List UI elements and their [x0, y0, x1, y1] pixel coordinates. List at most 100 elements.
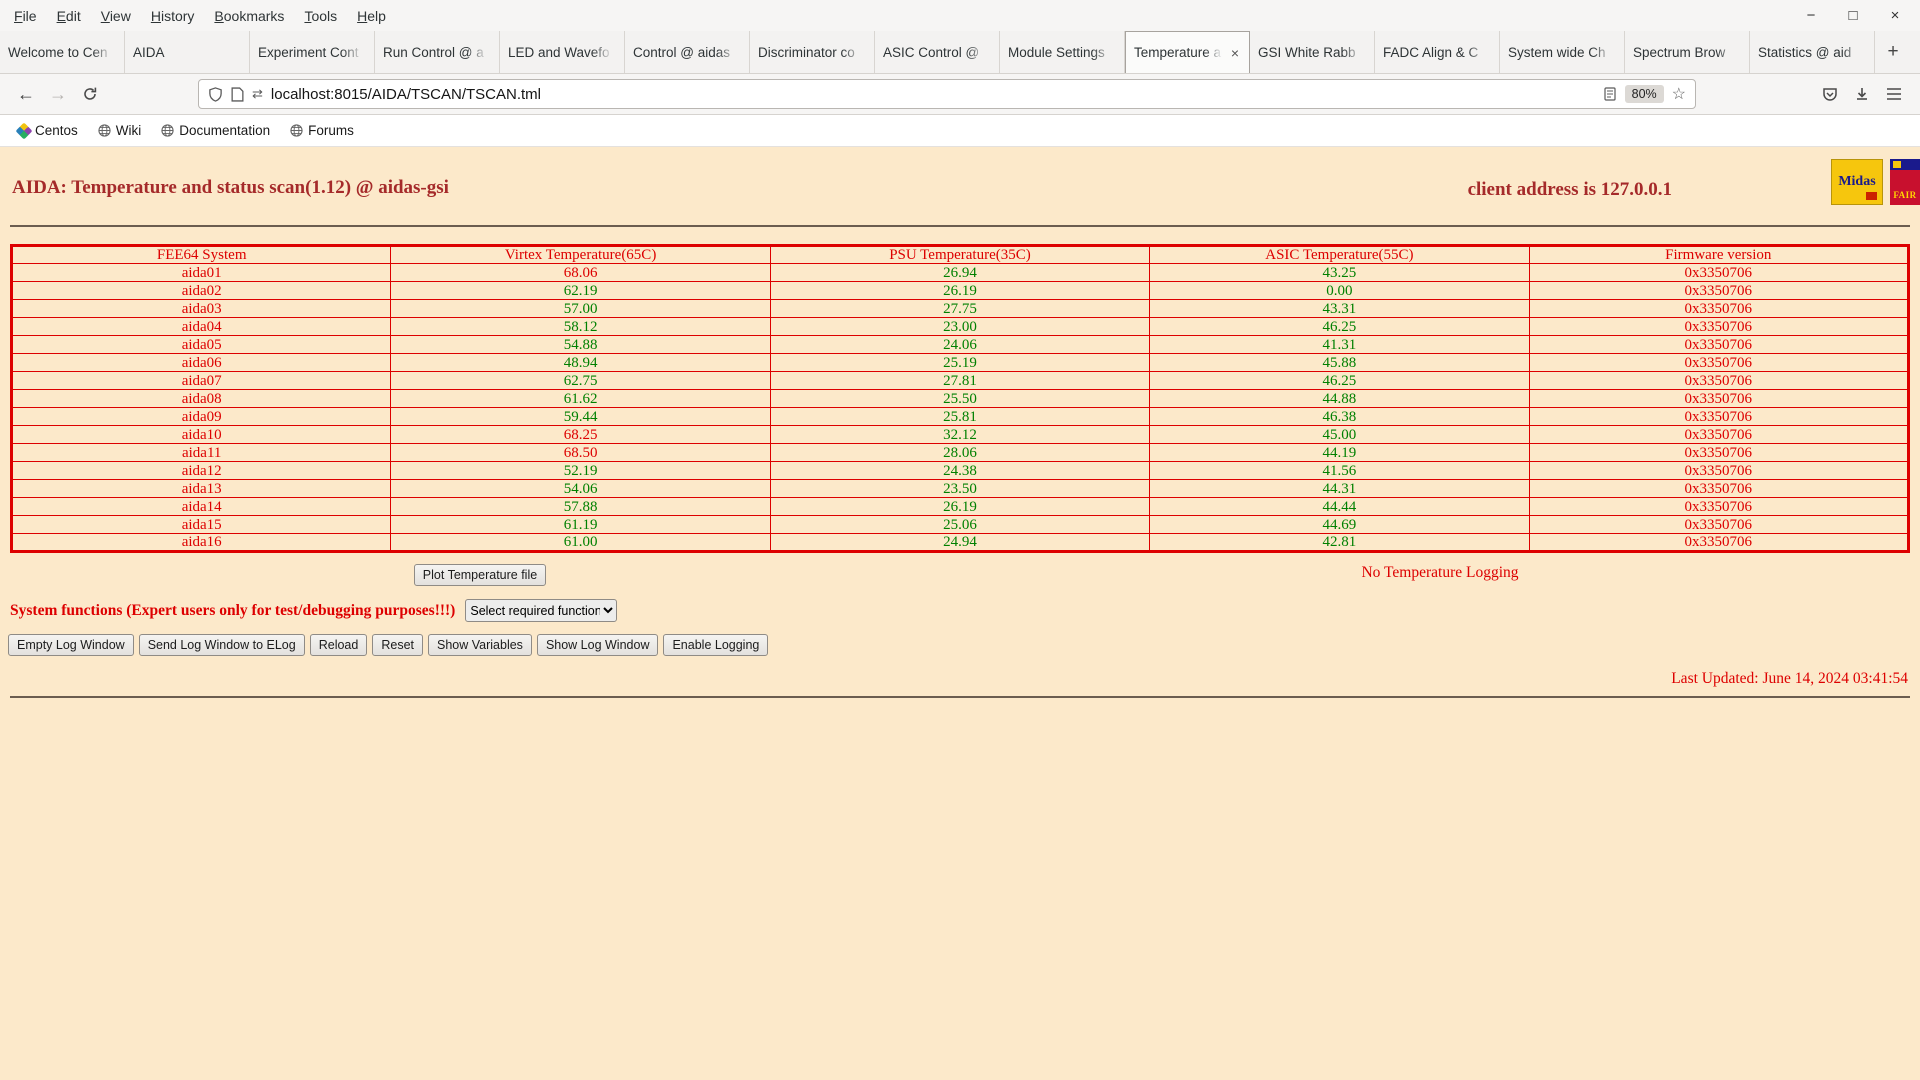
- pocket-icon[interactable]: [1814, 79, 1846, 109]
- download-icon[interactable]: [1846, 79, 1878, 109]
- firmware-version-cell: 0x3350706: [1528, 335, 1910, 354]
- asic-temp-cell: 42.81: [1149, 533, 1530, 552]
- page-content: AIDA: Temperature and status scan(1.12) …: [0, 147, 1920, 1080]
- menu-bookmarks[interactable]: Bookmarks: [204, 4, 294, 28]
- back-icon[interactable]: ←: [10, 79, 42, 109]
- table-row: aida15 61.19 25.06 44.69 0x3350706: [10, 515, 1910, 534]
- asic-temp-cell: 43.31: [1149, 299, 1530, 318]
- plot-temperature-file-button[interactable]: Plot Temperature file: [413, 564, 547, 586]
- tab-system-wide-ch[interactable]: System wide Ch: [1500, 31, 1625, 73]
- table-row: aida14 57.88 26.19 44.44 0x3350706: [10, 497, 1910, 516]
- permissions-icon[interactable]: ⇄: [252, 86, 263, 102]
- tab-welcome-to-cen[interactable]: Welcome to Cen: [0, 31, 125, 73]
- divider-top: [10, 225, 1910, 227]
- virtex-temp-cell: 61.62: [390, 389, 771, 408]
- tab-temperature-an[interactable]: Temperature an ×: [1125, 31, 1250, 73]
- bookmark-forums[interactable]: Forums: [282, 120, 362, 141]
- maximize-button[interactable]: □: [1844, 7, 1862, 24]
- reload-icon[interactable]: [74, 79, 106, 109]
- tab-experiment-cont[interactable]: Experiment Cont: [250, 31, 375, 73]
- tab-run-control-a[interactable]: Run Control @ a: [375, 31, 500, 73]
- asic-temp-cell: 45.00: [1149, 425, 1530, 444]
- send-log-window-to-elog-button[interactable]: Send Log Window to ELog: [138, 634, 305, 656]
- asic-temp-cell: 46.25: [1149, 317, 1530, 336]
- fee64-system-cell: aida01: [10, 263, 392, 282]
- tab-gsi-white-rabb[interactable]: GSI White Rabb: [1250, 31, 1375, 73]
- tab-module-settings[interactable]: Module Settings: [1000, 31, 1125, 73]
- tab-label: Control @ aidas: [633, 44, 730, 60]
- forward-icon[interactable]: →: [42, 79, 74, 109]
- psu-temp-cell: 25.06: [769, 515, 1151, 534]
- firmware-version-cell: 0x3350706: [1528, 443, 1910, 462]
- menu-view[interactable]: View: [91, 4, 141, 28]
- minimize-button[interactable]: −: [1802, 7, 1820, 24]
- tab-spectrum-brow[interactable]: Spectrum Brow: [1625, 31, 1750, 73]
- tab-led-and-wavefo[interactable]: LED and Wavefo: [500, 31, 625, 73]
- menu-file[interactable]: File: [4, 4, 47, 28]
- bookmark-star-icon[interactable]: ☆: [1672, 84, 1686, 104]
- hamburger-menu-icon[interactable]: [1878, 79, 1910, 109]
- menu-items: File Edit View History Bookmarks Tools Help: [4, 4, 396, 28]
- tab-discriminator-co[interactable]: Discriminator co: [750, 31, 875, 73]
- menu-help[interactable]: Help: [347, 4, 396, 28]
- function-select[interactable]: Select required function: [465, 599, 618, 622]
- fee64-system-cell: aida02: [10, 281, 392, 300]
- tab-label: FADC Align & C: [1383, 44, 1479, 60]
- column-header-fee64-system: FEE64 System: [10, 245, 392, 264]
- empty-log-window-button[interactable]: Empty Log Window: [8, 634, 134, 656]
- show-variables-button[interactable]: Show Variables: [428, 634, 532, 656]
- table-row: aida03 57.00 27.75 43.31 0x3350706: [10, 299, 1910, 318]
- menu-edit[interactable]: Edit: [47, 4, 91, 28]
- enable-logging-button[interactable]: Enable Logging: [663, 634, 769, 656]
- tab-fadc-align-c[interactable]: FADC Align & C: [1375, 31, 1500, 73]
- virtex-temp-cell: 57.88: [390, 497, 771, 516]
- tab-statistics-aid[interactable]: Statistics @ aid: [1750, 31, 1875, 73]
- table-row: aida07 62.75 27.81 46.25 0x3350706: [10, 371, 1910, 390]
- tab-label: AIDA: [133, 44, 165, 60]
- bookmarks-toolbar: Centos Wiki Documentation Forums: [0, 115, 1920, 147]
- asic-temp-cell: 46.25: [1149, 371, 1530, 390]
- url-text[interactable]: localhost:8015/AIDA/TSCAN/TSCAN.tml: [271, 86, 1595, 103]
- fee64-system-cell: aida15: [10, 515, 392, 534]
- new-tab-button[interactable]: +: [1875, 31, 1911, 73]
- psu-temp-cell: 24.94: [769, 533, 1151, 552]
- psu-temp-cell: 25.19: [769, 353, 1151, 372]
- show-log-window-button[interactable]: Show Log Window: [536, 634, 659, 656]
- zoom-level-button[interactable]: 80%: [1624, 85, 1664, 103]
- column-header-firmware-version: Firmware version: [1528, 245, 1910, 264]
- virtex-temp-cell: 52.19: [390, 461, 771, 480]
- menu-tools[interactable]: Tools: [294, 4, 347, 28]
- tab-close-icon[interactable]: ×: [1229, 45, 1241, 61]
- menu-history[interactable]: History: [141, 4, 205, 28]
- tab-aida[interactable]: AIDA: [125, 31, 250, 73]
- psu-temp-cell: 25.50: [769, 389, 1151, 408]
- tab-control-aidas[interactable]: Control @ aidas: [625, 31, 750, 73]
- system-functions-row: System functions (Expert users only for …: [10, 599, 1920, 622]
- reader-mode-icon[interactable]: [1603, 87, 1617, 101]
- plot-cell: Plot Temperature file: [0, 564, 960, 586]
- url-bar[interactable]: ⇄ localhost:8015/AIDA/TSCAN/TSCAN.tml 80…: [198, 79, 1696, 109]
- divider-bottom: [10, 696, 1910, 698]
- bookmark-centos[interactable]: Centos: [10, 120, 86, 141]
- firmware-version-cell: 0x3350706: [1528, 389, 1910, 408]
- close-button[interactable]: ×: [1886, 7, 1904, 24]
- table-header-row: FEE64 System Virtex Temperature(65C) PSU T…: [10, 245, 1910, 264]
- virtex-temp-cell: 61.00: [390, 533, 771, 552]
- shield-icon[interactable]: [208, 86, 223, 102]
- firmware-version-cell: 0x3350706: [1528, 299, 1910, 318]
- firmware-version-cell: 0x3350706: [1528, 425, 1910, 444]
- tab-asic-control[interactable]: ASIC Control @: [875, 31, 1000, 73]
- midas-logo-text: Midas: [1838, 174, 1876, 189]
- fee64-system-cell: aida16: [10, 533, 392, 552]
- bookmark-label: Wiki: [115, 123, 142, 138]
- client-address: client address is 127.0.0.1: [1467, 179, 1672, 200]
- post-table-row: Plot Temperature file No Temperature Log…: [0, 564, 1920, 586]
- reset-button[interactable]: Reset: [372, 634, 423, 656]
- firmware-version-cell: 0x3350706: [1528, 317, 1910, 336]
- table-row: aida06 48.94 25.19 45.88 0x3350706: [10, 353, 1910, 372]
- reload-button[interactable]: Reload: [309, 634, 368, 656]
- bookmark-documentation[interactable]: Documentation: [153, 120, 278, 141]
- table-row: aida16 61.00 24.94 42.81 0x3350706: [10, 533, 1910, 552]
- bookmark-wiki[interactable]: Wiki: [90, 120, 150, 141]
- site-info-icon[interactable]: [231, 86, 244, 102]
